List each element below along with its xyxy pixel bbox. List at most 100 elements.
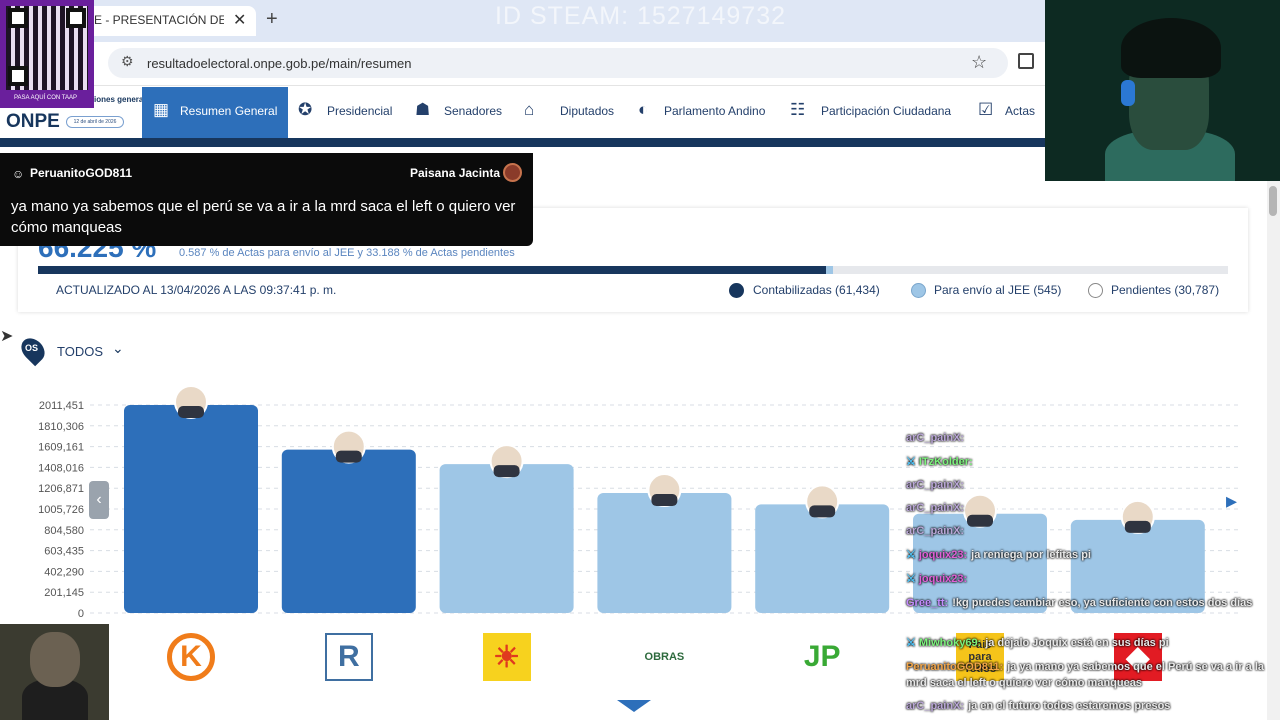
candidate-suit-icon — [967, 514, 993, 527]
chart-next-icon[interactable]: ▸ — [1226, 488, 1237, 514]
chat-username: PeruanitoGOD811: — [906, 661, 1004, 673]
y-tick-label: 603,435 — [44, 546, 84, 558]
page-scrollbar[interactable] — [1267, 181, 1280, 720]
onpe-logo[interactable]: ONPE — [6, 111, 60, 133]
channel-avatar — [503, 163, 522, 182]
bookmark-star-icon[interactable]: ☆ — [971, 52, 987, 73]
scroll-down-arrow-icon[interactable] — [617, 700, 651, 712]
qr-code-overlay: PASA AQUÍ CON TAAP — [0, 0, 94, 108]
bar[interactable] — [124, 405, 258, 613]
nav-label-resumen-general[interactable]: Resumen General — [180, 104, 277, 118]
candidate-suit-icon — [493, 465, 520, 478]
election-date-badge: 12 de abril de 2026 — [66, 116, 124, 128]
y-tick-label: 1609,161 — [38, 442, 84, 454]
bar[interactable] — [439, 464, 574, 613]
region-filter[interactable]: TODOS — [57, 344, 103, 359]
candidate-suit-icon — [1124, 520, 1151, 533]
candidate-suit-icon — [178, 406, 204, 418]
chat-username: arC_painX: — [906, 479, 965, 491]
congress-building-icon: ⌂ — [524, 100, 535, 119]
nav-item-parlamento-andino[interactable]: Parlamento Andino — [664, 104, 765, 118]
mod-sword-icon: ⚔ — [906, 637, 916, 649]
dog-head — [30, 632, 80, 687]
y-tick-label: 0 — [78, 608, 84, 620]
candidate-suit-icon — [809, 505, 836, 518]
pin-label: OS — [25, 343, 39, 353]
chat-message: ⚔ joquix23: — [906, 572, 971, 585]
chat-message: arC_painX: — [906, 502, 968, 514]
popup-username: PeruanitoGOD811 — [30, 166, 133, 180]
mod-sword-icon: ⚔ — [906, 573, 916, 585]
chat-text: ja reniega por lefitas pi — [971, 549, 1091, 561]
legend-contabilizadas: Contabilizadas (61,434) — [753, 283, 880, 297]
chat-username: ITzKolder: — [918, 456, 973, 468]
close-tab-icon[interactable]: ✕ — [233, 10, 246, 30]
nav-item-senadores[interactable]: Senadores — [444, 104, 502, 118]
chat-message: PeruanitoGOD811: ja ya mano ya sabemos qu… — [906, 659, 1276, 691]
nav-item-actas[interactable]: Actas — [1005, 104, 1035, 118]
overlay-watermark: ID STEAM: 1527149732 — [495, 2, 786, 30]
actas-check-icon: ☑ — [978, 100, 994, 119]
progress-fill-contabilizadas — [38, 266, 827, 274]
chat-username: arC_painX: — [906, 502, 965, 514]
percent-subtitle: 0.587 % de Actas para envío al JEE y 33.… — [179, 247, 515, 259]
bar[interactable] — [755, 504, 890, 613]
nav-underline — [0, 138, 1045, 147]
y-tick-label: 1005,726 — [38, 504, 84, 516]
bar[interactable] — [597, 493, 732, 613]
chat-message: arC_painX: — [906, 479, 968, 491]
bar[interactable] — [281, 449, 416, 613]
screen: { "browser": { "tab_title": "E - PRESENT… — [0, 0, 1280, 720]
jp-logo-icon[interactable]: JP — [798, 633, 847, 681]
chat-username: arC_painX: — [906, 525, 965, 537]
r-logo-icon[interactable]: R — [324, 633, 373, 681]
mod-sword-icon: ⚔ — [906, 456, 916, 468]
qr-finder — [8, 8, 28, 28]
y-tick-label: 201,145 — [44, 587, 84, 599]
extensions-icon[interactable] — [1018, 53, 1034, 69]
chat-username: joquix23: — [918, 549, 968, 561]
nav-item-diputados[interactable]: Diputados — [560, 104, 614, 118]
legend-jee: Para envío al JEE (545) — [934, 283, 1062, 297]
chat-text: !kg puedes cambiar eso, ya suficiente co… — [952, 597, 1253, 609]
qr-finder — [66, 8, 86, 28]
grid-icon: ▦ — [153, 100, 170, 119]
chat-text: ja déjalo Joquix está en sus días pi — [985, 637, 1169, 649]
candidate-suit-icon — [335, 450, 362, 463]
chat-text: ja en el futuro todos estaremos presos — [968, 700, 1171, 712]
nav-item-presidencial[interactable]: Presidencial — [327, 104, 392, 118]
pet-webcam — [0, 624, 109, 720]
chat-username: arC_painX: — [906, 432, 965, 444]
legend-dot-jee — [911, 283, 926, 298]
url-text[interactable]: resultadoelectoral.onpe.gob.pe/main/resu… — [147, 56, 412, 71]
candidate-suit-icon — [651, 494, 678, 507]
scrollbar-thumb[interactable] — [1269, 186, 1277, 216]
chevron-down-icon[interactable]: ⌄ — [112, 340, 124, 357]
tab-title: E - PRESENTACIÓN DE RE — [94, 13, 224, 27]
popup-channel: Paisana Jacinta — [410, 166, 501, 180]
participation-people-icon: ☷ — [790, 100, 806, 119]
chat-message: ⚔ Miwhoky69: ja déjalo Joquix está en sus … — [906, 636, 1169, 649]
k-logo-icon[interactable]: K — [167, 633, 215, 681]
chat-username: arC_painX: — [906, 700, 965, 712]
presidential-seal-icon: ✪ — [298, 100, 313, 119]
chat-username: Gree_tt: — [906, 597, 949, 609]
chat-message: ⚔ joquix23: ja reniega por lefitas pi — [906, 548, 1091, 561]
y-tick-label: 402,290 — [44, 566, 84, 578]
streamer-webcam — [1045, 0, 1280, 181]
chart-prev-button[interactable]: ‹ — [89, 481, 109, 519]
chat-message: arC_painX: — [906, 525, 968, 537]
updated-timestamp: ACTUALIZADO AL 13/04/2026 A LAS 09:37:41… — [56, 283, 337, 297]
new-tab-button[interactable]: + — [266, 8, 278, 31]
legend-dot-contabilizadas — [729, 283, 744, 298]
obras-logo-icon[interactable]: OBRAS — [640, 633, 689, 681]
andean-parliament-icon: ◐ — [638, 100, 649, 119]
sun-logo-icon[interactable]: ☀ — [482, 633, 531, 681]
user-icon: ☺ — [12, 167, 25, 181]
chat-message: arC_painX: ja en el futuro todos estaremo… — [906, 700, 1170, 712]
site-info-icon[interactable]: ⚙ — [121, 53, 134, 70]
legend-dot-pendientes — [1088, 283, 1103, 298]
headset-icon — [1121, 80, 1135, 106]
mouse-cursor-icon: ➤ — [0, 328, 14, 345]
nav-item-participacion-ciudadana[interactable]: Participación Ciudadana — [821, 104, 951, 118]
